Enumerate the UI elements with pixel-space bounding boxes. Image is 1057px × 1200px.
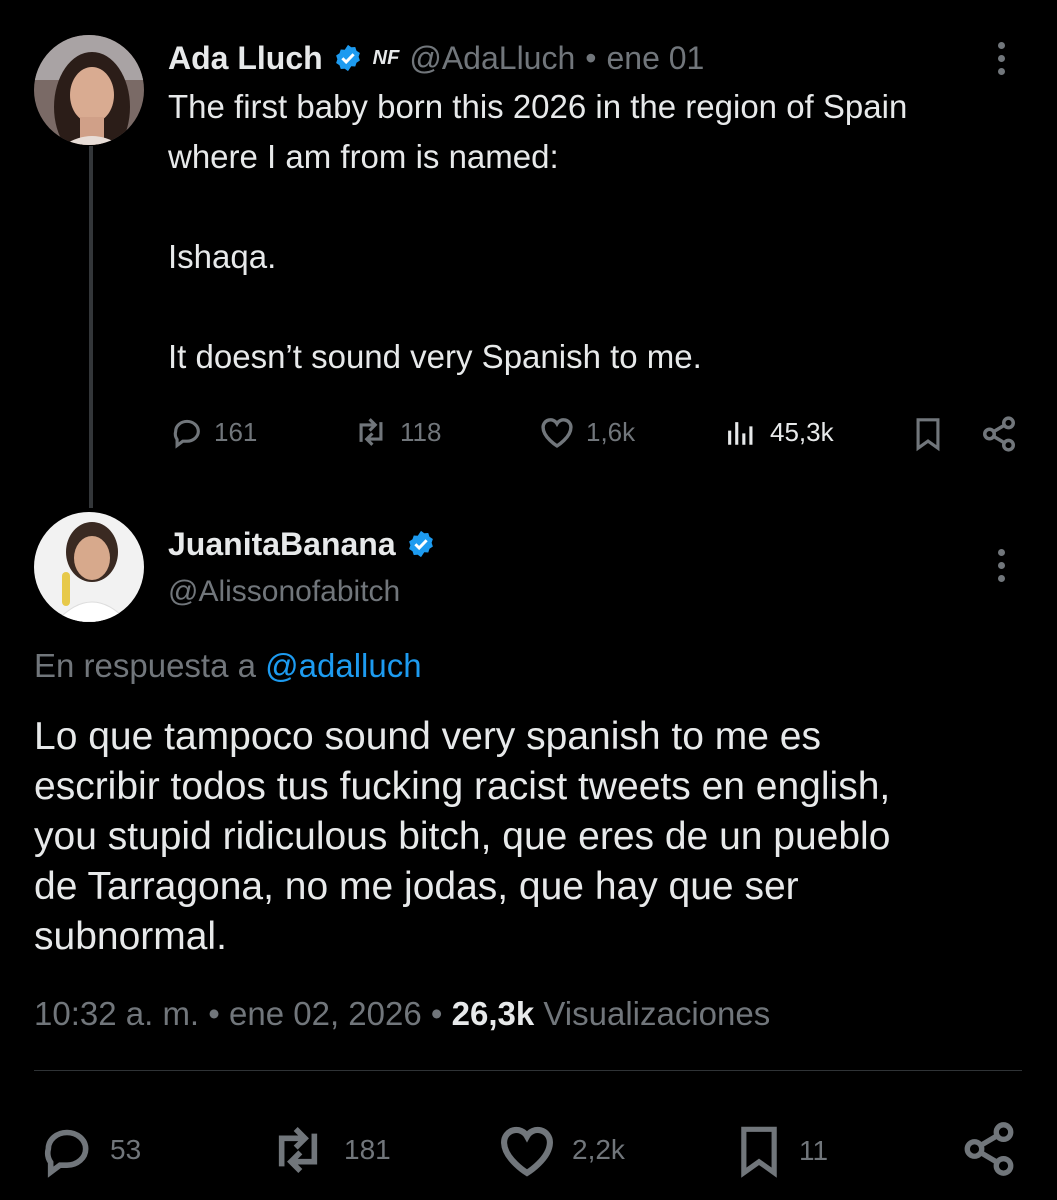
tweet-text: The first baby born this 2026 in the reg… xyxy=(168,88,908,375)
reply-count: 161 xyxy=(214,416,258,447)
retweet-icon xyxy=(359,418,383,446)
more-options-icon[interactable] xyxy=(997,549,1005,582)
verified-badge-icon xyxy=(408,530,433,558)
bookmark-count: 11 xyxy=(799,1135,829,1166)
views-count: 26,3k xyxy=(451,995,535,1032)
reply-count: 53 xyxy=(110,1134,142,1165)
reply-context: En respuesta a @adalluch xyxy=(34,647,422,685)
divider xyxy=(34,1070,1022,1071)
share-icon[interactable] xyxy=(980,415,1018,453)
author-handle[interactable]: @Alissonofabitch xyxy=(168,575,400,609)
like-button[interactable]: 1,6k xyxy=(538,415,635,449)
share-icon[interactable] xyxy=(960,1120,1018,1178)
author-name[interactable]: Ada Lluch xyxy=(168,40,323,77)
thread-line xyxy=(89,146,93,508)
reply-icon xyxy=(173,419,200,449)
retweet-button[interactable]: 118 xyxy=(352,415,441,449)
reply-prefix: En respuesta a xyxy=(34,647,256,684)
views-button[interactable]: 45,3k xyxy=(722,415,834,449)
separator: • xyxy=(208,995,220,1032)
verified-badge-icon xyxy=(335,44,360,72)
avatar[interactable] xyxy=(34,512,144,622)
tweet-date[interactable]: ene 01 xyxy=(606,40,704,77)
views-label: Visualizaciones xyxy=(543,995,771,1032)
avatar[interactable] xyxy=(34,35,144,145)
heart-icon xyxy=(501,1126,553,1177)
heart-icon xyxy=(541,418,573,448)
separator: • xyxy=(585,39,597,76)
retweet-count: 118 xyxy=(400,416,442,447)
reply-icon xyxy=(45,1129,89,1178)
like-count: 1,6k xyxy=(586,416,636,447)
view-count: 45,3k xyxy=(770,416,834,447)
tweet-time[interactable]: 10:32 a. m. xyxy=(34,995,199,1032)
author-handle[interactable]: @AdaLluch xyxy=(409,40,575,77)
like-button[interactable]: 2,2k xyxy=(496,1122,625,1178)
author-name[interactable]: JuanitaBanana xyxy=(168,526,396,563)
retweet-icon xyxy=(278,1127,318,1173)
retweet-button[interactable]: 181 xyxy=(266,1122,391,1178)
reply-to-link[interactable]: @adalluch xyxy=(265,647,421,684)
tweet-text: Lo que tampoco sound very spanish to me … xyxy=(34,715,891,958)
reply-button[interactable]: 53 xyxy=(38,1122,141,1178)
retweet-count: 181 xyxy=(344,1134,391,1165)
views-icon xyxy=(728,422,753,445)
more-options-icon[interactable] xyxy=(997,42,1005,75)
reply-button[interactable]: 161 xyxy=(170,415,257,449)
tweet-meta: 10:32 a. m. • ene 02, 2026 • 26,3k Visua… xyxy=(34,995,770,1033)
affiliate-badge: NF xyxy=(372,46,400,69)
separator: • xyxy=(430,995,443,1032)
like-count: 2,2k xyxy=(572,1134,625,1165)
tweet-date[interactable]: ene 02, 2026 xyxy=(229,995,422,1032)
bookmark-icon[interactable] xyxy=(911,415,945,453)
bookmark-button[interactable]: 11 xyxy=(733,1122,828,1180)
bookmark-icon xyxy=(741,1126,777,1178)
